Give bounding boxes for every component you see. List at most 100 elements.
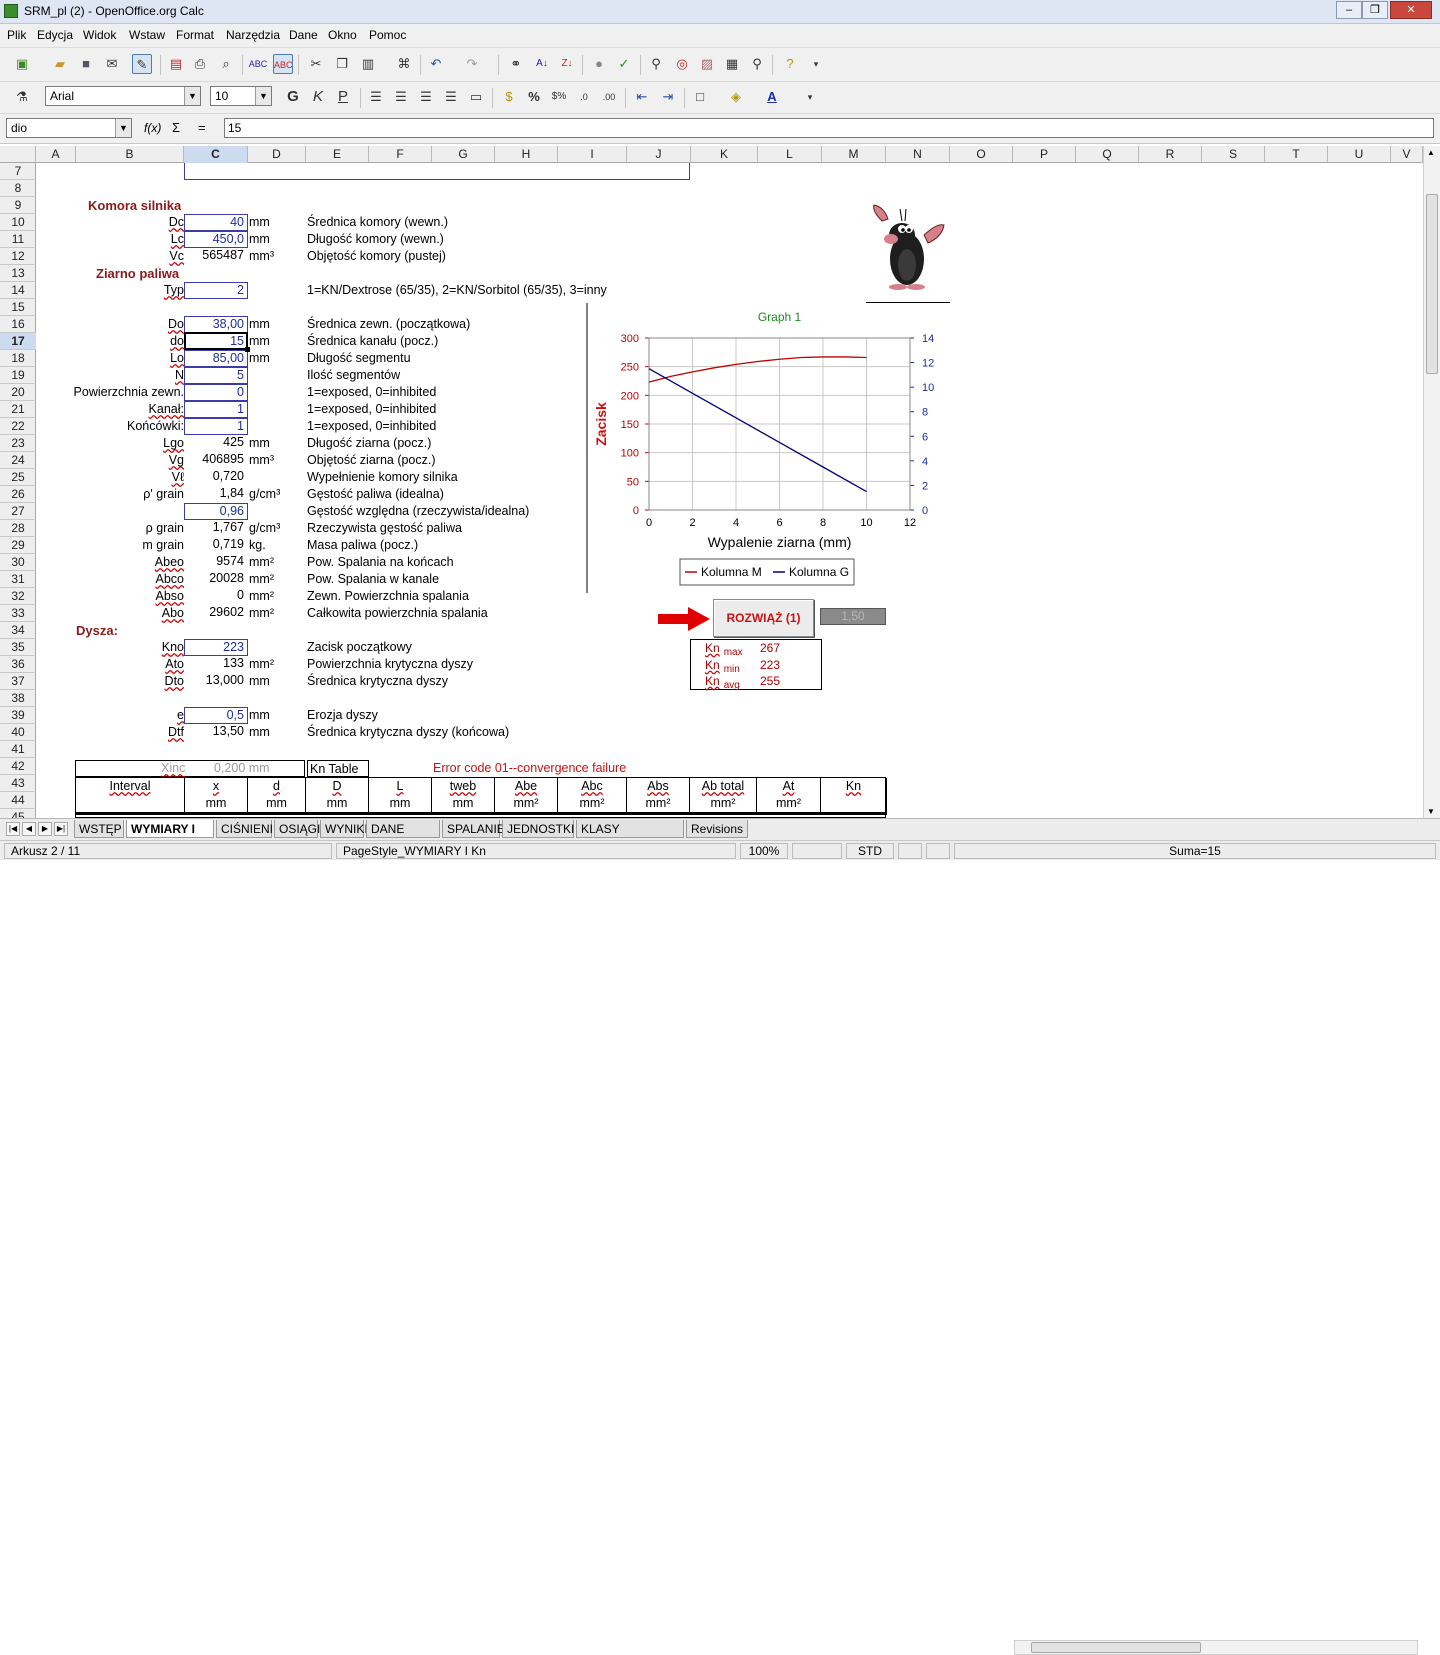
column-header-b[interactable]: B xyxy=(76,146,184,163)
row-header-25[interactable]: 25 xyxy=(0,469,36,486)
sheet-tab-7[interactable]: JEDNOSTKI xyxy=(502,820,574,838)
param-value-16[interactable]: 38,00 xyxy=(184,316,248,333)
row-header-22[interactable]: 22 xyxy=(0,418,36,435)
horizontal-scroll-thumb[interactable] xyxy=(1031,1642,1201,1653)
row-header-33[interactable]: 33 xyxy=(0,605,36,622)
row-header-30[interactable]: 30 xyxy=(0,554,36,571)
row-header-16[interactable]: 16 xyxy=(0,316,36,333)
maximize-button[interactable]: ❐ xyxy=(1362,1,1388,19)
param-value-20[interactable]: 0 xyxy=(184,384,248,401)
navigator-icon[interactable]: ◎ xyxy=(672,54,692,74)
borders-icon[interactable]: □ xyxy=(690,87,710,107)
sheet-tab-1[interactable]: WYMIARY I Kn xyxy=(126,820,214,854)
format-paintbrush-icon[interactable]: ⌘ xyxy=(394,54,414,74)
email-icon[interactable]: ✉ xyxy=(102,54,122,74)
prev-sheet-icon[interactable]: ◀ xyxy=(22,822,36,836)
sheet-tab-5[interactable]: DANE PALIWA xyxy=(366,820,440,854)
fill-handle[interactable] xyxy=(245,347,250,352)
find-replace-icon[interactable]: ⚲ xyxy=(646,54,666,74)
param-value-19[interactable]: 5 xyxy=(184,367,248,384)
bold-icon[interactable]: G xyxy=(283,87,303,107)
close-button[interactable]: ✕ xyxy=(1390,1,1432,19)
solve-button[interactable]: ROZWIĄŻ (1) xyxy=(713,599,814,637)
column-header-m[interactable]: M xyxy=(822,146,886,163)
sheet-tab-0[interactable]: WSTĘP xyxy=(74,820,124,838)
menu-okno[interactable]: Okno xyxy=(328,28,357,42)
row-header-36[interactable]: 36 xyxy=(0,656,36,673)
row-header-18[interactable]: 18 xyxy=(0,350,36,367)
standard-format-icon[interactable]: $% xyxy=(549,87,569,107)
param-value-18[interactable]: 85,00 xyxy=(184,350,248,367)
formula-input[interactable]: 15 xyxy=(224,118,1434,138)
styles-icon[interactable]: ⚗ xyxy=(12,87,32,107)
menu-format[interactable]: Format xyxy=(176,28,214,42)
column-header-p[interactable]: P xyxy=(1013,146,1076,163)
column-header-l[interactable]: L xyxy=(758,146,822,163)
draw-functions-icon[interactable]: ✓ xyxy=(614,54,634,74)
column-header-a[interactable]: A xyxy=(36,146,76,163)
row-header-44[interactable]: 44 xyxy=(0,792,36,809)
next-sheet-icon[interactable]: ▶ xyxy=(38,822,52,836)
row-header-27[interactable]: 27 xyxy=(0,503,36,520)
first-sheet-icon[interactable]: |◀ xyxy=(6,822,20,836)
export-pdf-icon[interactable]: ▤ xyxy=(166,54,186,74)
row-header-24[interactable]: 24 xyxy=(0,452,36,469)
row-header-19[interactable]: 19 xyxy=(0,367,36,384)
sheet-tab-4[interactable]: WYNIKI xyxy=(320,820,368,838)
spreadsheet-grid[interactable]: ABCDEFGHIJKLMNOPQRSTUV 7 8 9 10 11 12 13 14 15 16… xyxy=(0,146,1423,818)
toolbar-overflow-icon[interactable]: ▾ xyxy=(800,87,820,107)
column-header-j[interactable]: J xyxy=(627,146,691,163)
toolbar-overflow-icon[interactable]: ▾ xyxy=(806,54,826,74)
print-preview-icon[interactable]: ⌕ xyxy=(216,54,236,74)
sheet-tab-2[interactable]: CIŚNIENIE xyxy=(216,820,281,838)
column-header-q[interactable]: Q xyxy=(1076,146,1139,163)
align-center-icon[interactable]: ☰ xyxy=(391,87,411,107)
param-value-14[interactable]: 2 xyxy=(184,282,248,299)
row-header-14[interactable]: 14 xyxy=(0,282,36,299)
paste-icon[interactable]: ▥ xyxy=(358,54,378,74)
undo-icon[interactable]: ↶ xyxy=(426,54,446,74)
font-color-icon[interactable]: A xyxy=(762,87,782,107)
hyperlink-icon[interactable]: ⚭ xyxy=(506,54,526,74)
column-header-k[interactable]: K xyxy=(691,146,758,163)
row-header-8[interactable]: 8 xyxy=(0,180,36,197)
align-left-icon[interactable]: ☰ xyxy=(366,87,386,107)
last-sheet-icon[interactable]: ▶| xyxy=(54,822,68,836)
column-header-u[interactable]: U xyxy=(1328,146,1391,163)
remove-decimal-icon[interactable]: .00 xyxy=(599,87,619,107)
scroll-up-icon[interactable]: ▲ xyxy=(1427,148,1435,157)
row-header-31[interactable]: 31 xyxy=(0,571,36,588)
column-header-i[interactable]: I xyxy=(558,146,627,163)
chevron-down-icon[interactable]: ▼ xyxy=(255,87,271,105)
merge-cells-icon[interactable]: ▭ xyxy=(466,87,486,107)
font-name-combo[interactable]: Arial ▼ xyxy=(45,86,201,106)
row-header-12[interactable]: 12 xyxy=(0,248,36,265)
menu-pomoc[interactable]: Pomoc xyxy=(369,28,406,42)
row-header-42[interactable]: 42 xyxy=(0,758,36,775)
row-header-13[interactable]: 13 xyxy=(0,265,36,282)
row-header-17[interactable]: 17 xyxy=(0,333,36,350)
help-icon[interactable]: ? xyxy=(780,54,800,74)
horizontal-scrollbar[interactable] xyxy=(1014,1640,1418,1655)
row-header-45[interactable]: 45 xyxy=(0,809,36,818)
function-icon[interactable]: = xyxy=(198,120,206,135)
percent-format-icon[interactable]: % xyxy=(524,87,544,107)
currency-format-icon[interactable]: $ xyxy=(499,87,519,107)
row-header-20[interactable]: 20 xyxy=(0,384,36,401)
edit-file-icon[interactable]: ✎ xyxy=(132,54,152,74)
zoom-level[interactable]: 100% xyxy=(740,843,788,859)
column-header-g[interactable]: G xyxy=(432,146,495,163)
function-wizard-icon[interactable]: f(x) xyxy=(144,121,161,135)
vertical-scrollbar[interactable]: ▲ ▼ xyxy=(1423,146,1440,818)
param-value-27[interactable]: 0,96 xyxy=(184,503,248,520)
sum-icon[interactable]: Σ xyxy=(172,120,180,135)
row-header-34[interactable]: 34 xyxy=(0,622,36,639)
italic-icon[interactable]: K xyxy=(308,87,328,107)
column-header-v[interactable]: V xyxy=(1391,146,1423,163)
gallery-icon[interactable]: ▨ xyxy=(697,54,717,74)
param-value-11[interactable]: 450,0 xyxy=(184,231,248,248)
sheet-tab-6[interactable]: SPALANIE xyxy=(442,820,505,838)
background-color-icon[interactable]: ◈ xyxy=(726,87,746,107)
open-folder-icon[interactable]: ▰ xyxy=(50,54,70,74)
chart-icon[interactable]: ● xyxy=(589,54,609,74)
